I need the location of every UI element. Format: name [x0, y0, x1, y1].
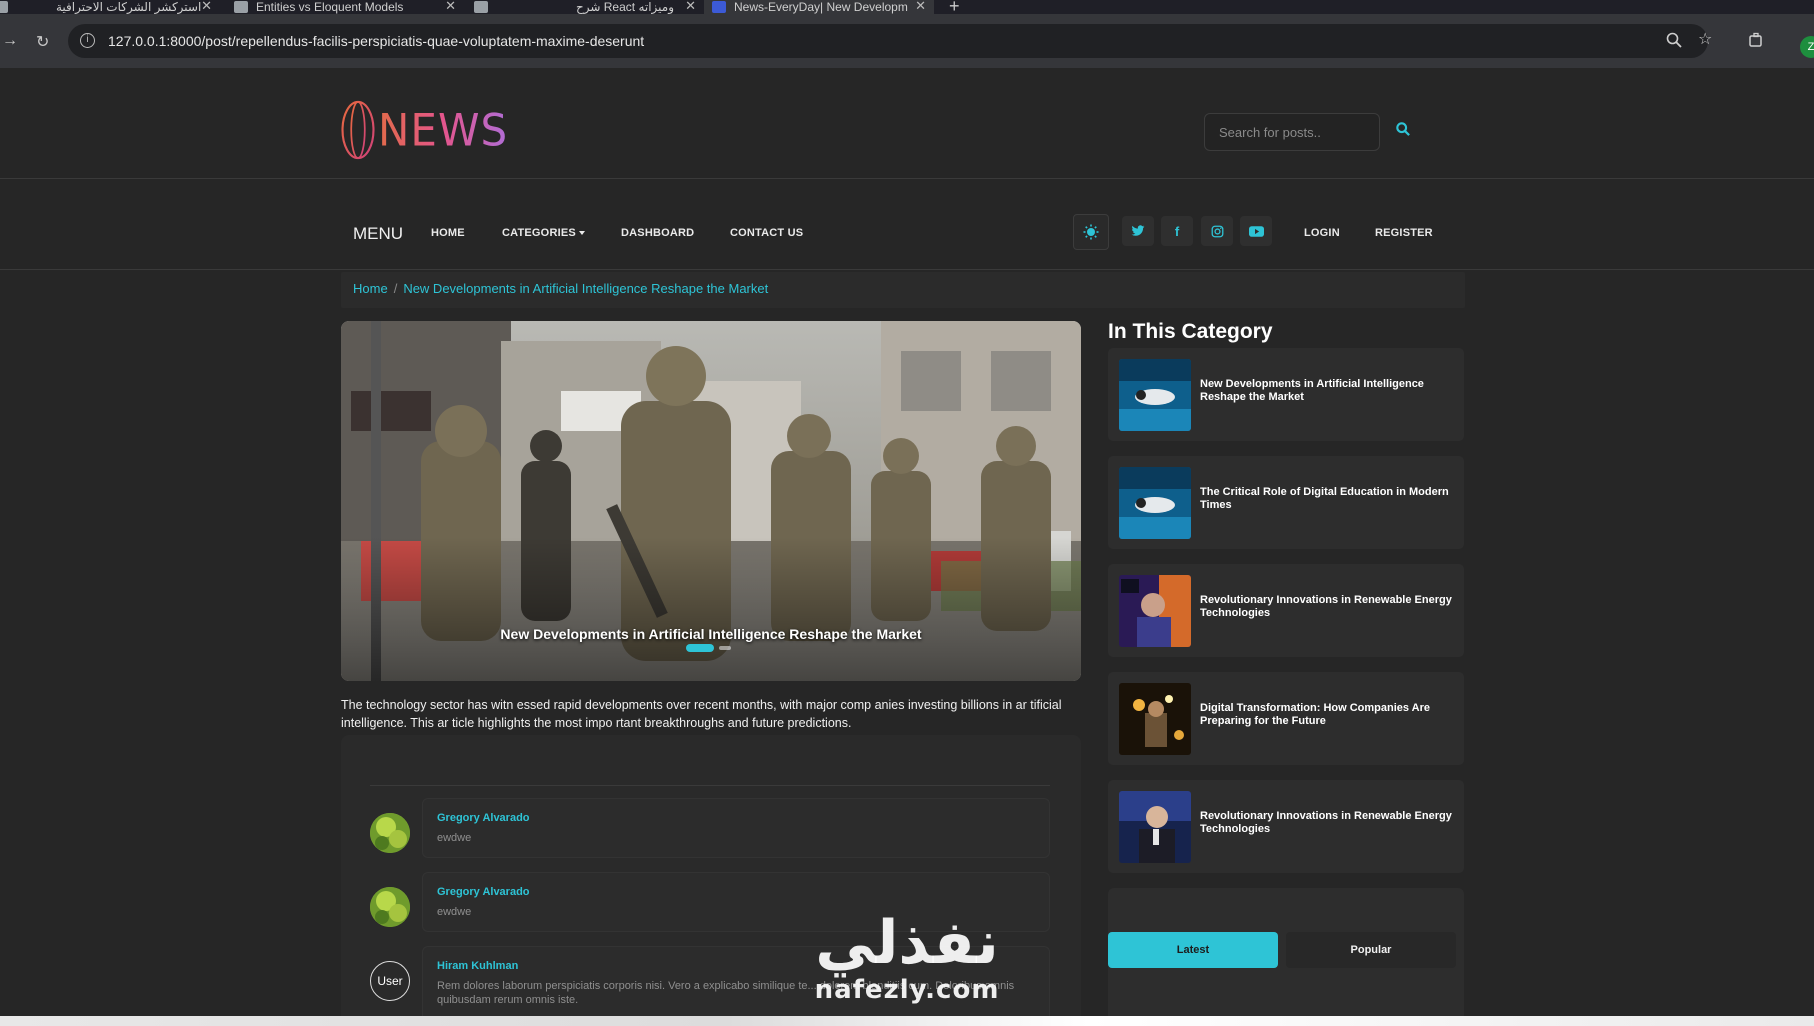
nav-dashboard[interactable]: DASHBOARD [621, 227, 694, 239]
post-title[interactable]: Digital Transformation: How Companies Ar… [1200, 702, 1455, 728]
category-post-card[interactable]: Digital Transformation: How Companies Ar… [1108, 672, 1464, 765]
tab-favicon-icon [712, 1, 726, 13]
breadcrumb-separator: / [393, 281, 398, 296]
menu-title: MENU [353, 224, 404, 243]
nav-categories-label: CATEGORIES [502, 227, 576, 239]
close-tab-icon[interactable]: ✕ [915, 0, 926, 14]
site-info-icon[interactable]: i [80, 33, 95, 48]
twitter-icon[interactable] [1122, 216, 1154, 246]
browser-tab-strip: استركشر الشركات الاحترافية ✕ Entities vs… [0, 0, 1814, 16]
browser-tab[interactable]: استركشر الشركات الاحترافية ✕ [0, 0, 220, 14]
browser-toolbar: → ↻ i 127.0.0.1:8000/post/repellendus-fa… [0, 14, 1814, 68]
tab-title: Entities vs Eloquent Models [256, 0, 404, 14]
post-thumbnail[interactable] [1119, 359, 1191, 431]
forward-icon[interactable]: → [2, 32, 18, 50]
url-text: 127.0.0.1:8000/post/repellendus-facilis-… [108, 33, 645, 49]
breadcrumb-current[interactable]: New Developments in Artificial Intellige… [403, 281, 768, 296]
zoom-icon[interactable] [1666, 32, 1682, 53]
browser-tab[interactable]: شرح React وميزاته ✕ [474, 0, 704, 14]
comment: Gregory Alvarado ewdwe [370, 798, 1050, 858]
profile-avatar[interactable]: Z [1800, 36, 1814, 58]
login-link[interactable]: LOGIN [1304, 227, 1340, 239]
category-post-card[interactable]: The Critical Role of Digital Education i… [1108, 456, 1464, 549]
facebook-icon[interactable]: f [1161, 216, 1193, 246]
close-tab-icon[interactable]: ✕ [685, 0, 696, 14]
watermark-arabic: نفذلي [815, 908, 999, 978]
tab-title: شرح React وميزاته [576, 0, 675, 14]
comment-box: Gregory Alvarado ewdwe [422, 798, 1050, 858]
post-thumbnail[interactable] [1119, 575, 1191, 647]
tab-title: استركشر الشركات الاحترافية [56, 0, 202, 14]
reload-icon[interactable]: ↻ [36, 32, 49, 52]
post-thumbnail[interactable] [1119, 683, 1191, 755]
post-title[interactable]: New Developments in Artificial Intellige… [1200, 378, 1455, 404]
comment-author[interactable]: Gregory Alvarado [437, 812, 530, 824]
post-title[interactable]: The Critical Role of Digital Education i… [1200, 486, 1455, 512]
search-input[interactable]: Search for posts.. [1204, 113, 1380, 151]
site-header: NEWS Search for posts.. [0, 86, 1814, 179]
post-thumbnail[interactable] [1119, 791, 1191, 863]
hero-slider[interactable]: New Developments in Artificial Intellige… [341, 321, 1081, 681]
tab-popular[interactable]: Popular [1286, 932, 1456, 968]
avatar [370, 887, 410, 927]
article-body: The technology sector has witn essed rap… [341, 698, 1062, 730]
hero-caption[interactable]: New Developments in Artificial Intellige… [341, 626, 1081, 642]
post-thumbnail[interactable] [1119, 467, 1191, 539]
comment-author[interactable]: Hiram Kuhlman [437, 960, 518, 972]
search-icon[interactable] [1396, 122, 1410, 141]
tab-latest[interactable]: Latest [1108, 932, 1278, 968]
comment-text: ewdwe [437, 832, 472, 844]
avatar [370, 813, 410, 853]
theme-toggle-button[interactable] [1073, 214, 1109, 250]
extensions-icon[interactable] [1748, 32, 1764, 53]
logo-text: NEWS [378, 104, 509, 156]
browser-tab[interactable]: Entities vs Eloquent Models ✕ [234, 0, 464, 14]
instagram-icon[interactable] [1201, 216, 1233, 246]
register-link[interactable]: REGISTER [1375, 227, 1433, 239]
tab-favicon-icon [474, 1, 488, 13]
category-post-card[interactable]: New Developments in Artificial Intellige… [1108, 348, 1464, 441]
category-post-card[interactable]: Revolutionary Innovations in Renewable E… [1108, 780, 1464, 873]
sidebar-title: In This Category [1108, 320, 1273, 343]
nav-contact-us[interactable]: CONTACT US [730, 227, 803, 239]
tab-title: News-EveryDay| New Developm [734, 0, 908, 14]
main-navigation: MENU HOME CATEGORIES DASHBOARD CONTACT U… [0, 180, 1814, 270]
avatar: User [370, 961, 410, 1001]
close-tab-icon[interactable]: ✕ [445, 0, 456, 14]
address-bar[interactable]: i 127.0.0.1:8000/post/repellendus-facili… [68, 24, 1708, 58]
tab-favicon-icon [0, 1, 8, 13]
browser-tab-active[interactable]: News-EveryDay| New Developm ✕ [704, 0, 934, 14]
comment-author[interactable]: Gregory Alvarado [437, 886, 530, 898]
watermark-latin: nafezly.com [814, 975, 1000, 1005]
slider-dot[interactable] [719, 646, 731, 650]
watermark: نفذلي nafezly.com [799, 910, 1015, 1004]
latest-popular-tabs: Latest Popular [1108, 888, 1464, 1026]
nav-home[interactable]: HOME [431, 227, 465, 239]
bottom-strip [0, 1016, 1814, 1026]
bookmark-star-icon[interactable]: ☆ [1698, 29, 1712, 49]
slider-dot-active[interactable] [686, 644, 714, 652]
nav-categories[interactable]: CATEGORIES [502, 227, 585, 239]
breadcrumb: Home / New Developments in Artificial Inte… [341, 272, 1465, 308]
chevron-down-icon [578, 231, 585, 236]
sun-icon [1083, 224, 1099, 240]
slider-indicators [686, 644, 731, 652]
close-tab-icon[interactable]: ✕ [201, 0, 212, 14]
site-logo[interactable]: NEWS [340, 100, 508, 160]
tab-favicon-icon [234, 1, 248, 13]
youtube-icon[interactable] [1240, 216, 1272, 246]
post-title[interactable]: Revolutionary Innovations in Renewable E… [1200, 594, 1455, 620]
globe-logo-icon [341, 100, 375, 160]
divider [370, 785, 1050, 786]
breadcrumb-home[interactable]: Home [353, 281, 388, 296]
category-post-card[interactable]: Revolutionary Innovations in Renewable E… [1108, 564, 1464, 657]
post-title[interactable]: Revolutionary Innovations in Renewable E… [1200, 810, 1455, 836]
